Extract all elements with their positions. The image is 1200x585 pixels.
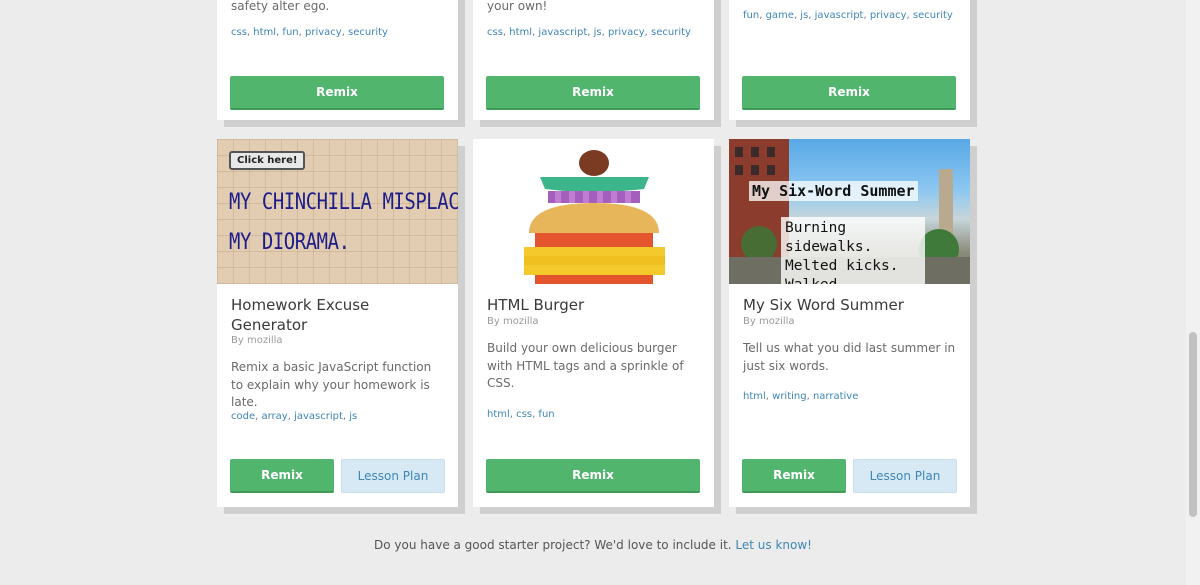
tag-link[interactable]: array <box>261 411 287 422</box>
card-byline: By mozilla <box>487 316 539 327</box>
project-thumbnail[interactable] <box>473 139 714 284</box>
lesson-plan-button[interactable]: Lesson Plan <box>341 459 445 493</box>
card-title[interactable]: HTML Burger <box>487 295 700 315</box>
burger-illustration <box>524 150 665 284</box>
remix-button[interactable]: Remix <box>742 76 956 110</box>
tag-link[interactable]: html <box>487 409 510 420</box>
tag-link[interactable]: security <box>913 10 953 21</box>
tag-link[interactable]: css <box>231 27 247 38</box>
tag-link[interactable]: js <box>800 10 808 21</box>
thumbnail-click-here: Click here! <box>229 151 306 170</box>
project-card: your own! css, html, javascript, js, pri… <box>473 0 714 120</box>
tag-link[interactable]: fun <box>743 10 759 21</box>
scrollbar-thumb[interactable] <box>1189 332 1197 517</box>
remix-button[interactable]: Remix <box>486 76 700 110</box>
tag-link[interactable]: html <box>509 27 532 38</box>
remix-button[interactable]: Remix <box>230 459 334 493</box>
card-title[interactable]: Homework Excuse Generator <box>231 295 444 335</box>
tag-link[interactable]: privacy <box>870 10 907 21</box>
tag-link[interactable]: css <box>487 27 503 38</box>
let-us-know-link[interactable]: Let us know! <box>735 538 812 552</box>
thumbnail-text: Burning sidewalks. Melted kicks. Walked <box>781 217 925 284</box>
card-description: safety alter ego. <box>231 0 330 13</box>
card-tags: css, html, javascript, js, privacy, secu… <box>487 27 691 38</box>
remix-button[interactable]: Remix <box>486 459 700 493</box>
card-description: your own! <box>487 0 548 13</box>
card-description: Remix a basic JavaScript function to exp… <box>231 360 432 409</box>
tag-link[interactable]: fun <box>538 409 554 420</box>
tag-link[interactable]: javascript <box>538 27 587 38</box>
tag-link[interactable]: javascript <box>815 10 864 21</box>
lesson-plan-button[interactable]: Lesson Plan <box>853 459 957 493</box>
project-thumbnail[interactable]: Click here! MY CHINCHILLA MISPLACED MY D… <box>217 139 458 284</box>
tag-link[interactable]: fun <box>282 27 298 38</box>
tag-link[interactable]: security <box>348 27 388 38</box>
card-tags: html, writing, narrative <box>743 391 859 402</box>
tag-link[interactable]: css <box>516 409 532 420</box>
tag-link[interactable]: game <box>766 10 794 21</box>
card-description: Build your own delicious burger with HTM… <box>487 341 684 390</box>
page-scrollbar[interactable] <box>1186 0 1200 585</box>
tag-link[interactable]: js <box>594 27 602 38</box>
card-title[interactable]: My Six Word Summer <box>743 295 956 315</box>
project-card-html-burger: HTML Burger By mozilla Build your own de… <box>473 139 714 507</box>
tag-link[interactable]: html <box>743 391 766 402</box>
card-tags: html, css, fun <box>487 409 555 420</box>
card-byline: By mozilla <box>743 316 795 327</box>
tag-link[interactable]: privacy <box>608 27 645 38</box>
footer-note: Do you have a good starter project? We'd… <box>0 538 1186 552</box>
project-thumbnail[interactable]: My Six-Word Summer Burning sidewalks. Me… <box>729 139 970 284</box>
project-card: fun, game, js, javascript, privacy, secu… <box>729 0 970 120</box>
project-card: safety alter ego. css, html, fun, privac… <box>217 0 458 120</box>
card-tags: css, html, fun, privacy, security <box>231 27 388 38</box>
card-byline: By mozilla <box>231 335 283 346</box>
tag-link[interactable]: narrative <box>813 391 858 402</box>
tag-link[interactable]: code <box>231 411 255 422</box>
card-description: Tell us what you did last summer in just… <box>743 341 956 373</box>
tag-link[interactable]: writing <box>772 391 806 402</box>
thumbnail-heading: My Six-Word Summer <box>749 181 918 201</box>
card-tags: fun, game, js, javascript, privacy, secu… <box>743 10 953 21</box>
tag-link[interactable]: security <box>651 27 691 38</box>
project-card-homework-excuse: Click here! MY CHINCHILLA MISPLACED MY D… <box>217 139 458 507</box>
tag-link[interactable]: privacy <box>305 27 342 38</box>
tag-link[interactable]: html <box>253 27 276 38</box>
tag-link[interactable]: javascript <box>294 411 343 422</box>
card-tags: code, array, javascript, js <box>231 411 358 422</box>
remix-button[interactable]: Remix <box>742 459 846 493</box>
thumbnail-text: MY CHINCHILLA MISPLACED MY DIORAMA. <box>229 190 458 255</box>
project-card-six-word-summer: My Six-Word Summer Burning sidewalks. Me… <box>729 139 970 507</box>
tag-link[interactable]: js <box>349 411 357 422</box>
remix-button[interactable]: Remix <box>230 76 444 110</box>
footer-text: Do you have a good starter project? We'd… <box>374 538 732 552</box>
